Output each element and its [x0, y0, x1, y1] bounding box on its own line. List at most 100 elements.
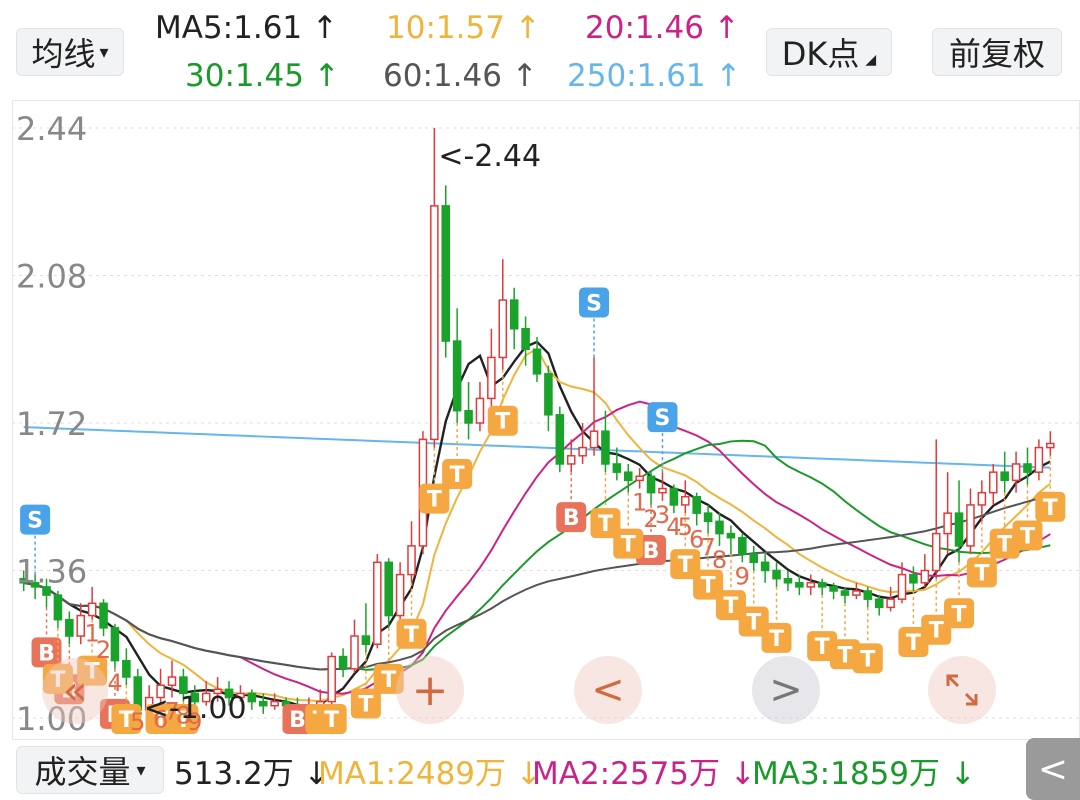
candle-body: [863, 590, 873, 600]
prev-button[interactable]: <: [574, 656, 642, 724]
t-marker-text: T: [1043, 496, 1058, 521]
fullscreen-button[interactable]: [928, 656, 996, 724]
candle-body: [167, 676, 177, 686]
indicator-bar: 均线 ▾ MA5:1.61 ↑ 10:1.57 ↑ 20:1.46 ↑ 30:1…: [0, 0, 1080, 100]
candle-body: [817, 582, 827, 588]
ma5-value: MA5:1.61 ↑: [155, 10, 338, 46]
candle-body: [886, 598, 895, 609]
candle-body: [749, 553, 759, 564]
t-marker-text: T: [997, 533, 1012, 558]
collapse-tab[interactable]: <: [1026, 738, 1080, 800]
candle-body: [430, 205, 439, 441]
volume-value: 513.2万 ↓: [174, 756, 330, 792]
candle-body: [829, 586, 838, 592]
expand-icon: [946, 674, 978, 706]
candle-body: [703, 512, 713, 523]
candle-body: [966, 504, 975, 547]
candle-body: [897, 573, 907, 600]
candle-body: [943, 512, 952, 535]
candle-body: [760, 561, 770, 572]
candle-body: [452, 340, 462, 412]
candle-body: [772, 569, 781, 580]
t-marker-text: T: [450, 463, 465, 488]
count-label: 8: [712, 546, 727, 574]
candle-body: [509, 299, 519, 330]
t-marker-text: T: [701, 574, 716, 599]
ma20-line: [23, 400, 1051, 695]
adjust-button[interactable]: 前复权: [932, 28, 1062, 76]
t-marker-text: T: [598, 512, 613, 537]
max-price-label: <-2.44: [438, 139, 541, 174]
vol-ma3: MA3:1859万 ↓: [752, 756, 976, 792]
chevron-left-icon: <: [591, 667, 625, 713]
ma60-value: 60:1.46 ↑: [383, 58, 538, 94]
candle-body: [110, 627, 120, 662]
indicator-label: 均线: [31, 35, 96, 73]
t-marker-text: T: [952, 602, 967, 627]
y-tick-label: 1.72: [16, 405, 87, 443]
y-tick-label: 2.08: [16, 258, 87, 296]
t-marker-text: T: [746, 611, 761, 636]
candle-body: [65, 618, 74, 637]
candle-body: [99, 602, 108, 629]
candle-body: [726, 532, 736, 539]
t-marker-text: T: [860, 647, 875, 672]
ma5-line: [23, 340, 1051, 707]
t-marker-text: T: [906, 631, 921, 656]
candle-body: [76, 614, 86, 637]
candle-body: [350, 635, 359, 670]
t-marker-text: T: [723, 594, 738, 619]
candle-body: [738, 536, 747, 555]
ma30-value: 30:1.45 ↑: [185, 58, 340, 94]
volume-label: 成交量: [34, 753, 131, 791]
volume-select[interactable]: 成交量 ▾: [16, 746, 164, 794]
zoom-in-button[interactable]: +: [396, 656, 464, 724]
candle-body: [612, 463, 622, 473]
candle-body: [338, 655, 348, 670]
candle-body: [635, 475, 644, 482]
candle-body: [122, 659, 131, 678]
candle-body: [715, 520, 724, 535]
t-marker-text: T: [678, 553, 693, 578]
t-marker-text: T: [621, 533, 636, 558]
candle-body: [464, 409, 473, 424]
adjust-label: 前复权: [948, 35, 1045, 73]
candle-body: [601, 430, 610, 465]
t-marker-text: T: [495, 410, 510, 435]
t-marker-text: T: [1020, 524, 1035, 549]
candle-body: [87, 602, 97, 617]
t-marker-text: T: [815, 635, 830, 660]
dk-point-button[interactable]: DK点 ◢: [766, 28, 892, 76]
kline-svg[interactable]: SSSBBBBBBTTTTTTTTTTTTTTTTTTTTTTTTTTTTTT1…: [12, 100, 1080, 740]
candle-body: [407, 545, 416, 576]
candle-body: [931, 532, 941, 572]
ma250-line: [23, 426, 1051, 469]
ma60-line: [23, 494, 1051, 671]
candle-body: [521, 328, 530, 350]
s-marker-text: S: [655, 406, 671, 431]
vol-ma2: MA2:2575万 ↓: [532, 756, 756, 792]
t-marker-text: T: [929, 619, 944, 644]
next-button[interactable]: >: [752, 656, 820, 724]
indicator-select[interactable]: 均线 ▾: [16, 28, 124, 76]
ma10-line: [23, 347, 1051, 703]
candle-body: [475, 397, 485, 424]
candle-body: [1023, 463, 1032, 473]
kline-chart[interactable]: SSSBBBBBBTTTTTTTTTTTTTTTTTTTTTTTTTTTTTT1…: [12, 100, 1080, 740]
count-label: 2: [96, 636, 111, 664]
candle-body: [544, 373, 553, 416]
rewind-button[interactable]: «: [42, 658, 108, 724]
t-marker-text: T: [324, 708, 339, 733]
corner-triangle-icon: ◢: [865, 52, 877, 68]
t-marker-text: T: [837, 643, 852, 668]
candle-body: [1000, 471, 1009, 482]
candle-body: [646, 475, 656, 494]
candle-body: [874, 598, 884, 609]
candle-body: [806, 582, 816, 588]
t-marker-text: T: [974, 561, 989, 586]
ma20-value: 20:1.46 ↑: [585, 10, 740, 46]
candle-body: [977, 491, 987, 506]
candle-body: [578, 446, 587, 457]
count-label: 9: [735, 562, 750, 590]
candle-body: [566, 455, 576, 465]
